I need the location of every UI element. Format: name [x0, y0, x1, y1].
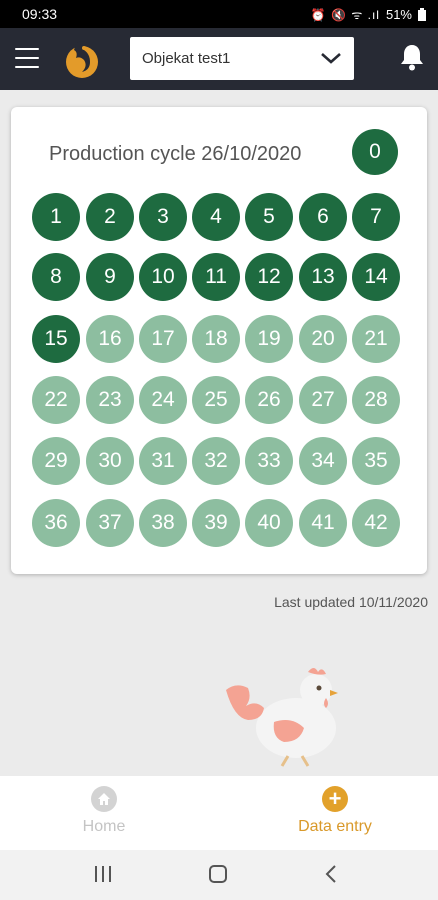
menu-icon[interactable]	[15, 48, 39, 68]
home-icon	[91, 786, 117, 812]
day-38-button[interactable]: 38	[139, 499, 187, 547]
day-12-button[interactable]: 12	[245, 253, 293, 301]
day-33-button[interactable]: 33	[245, 437, 293, 485]
nav-data-entry-label: Data entry	[298, 818, 372, 835]
day-6-button[interactable]: 6	[299, 193, 347, 241]
day-4-button[interactable]: 4	[192, 193, 240, 241]
day-1-button[interactable]: 1	[32, 193, 80, 241]
day-28-button[interactable]: 28	[352, 376, 400, 424]
day-36-button[interactable]: 36	[32, 499, 80, 547]
day-22-button[interactable]: 22	[32, 376, 80, 424]
day-26-button[interactable]: 26	[245, 376, 293, 424]
nav-home-label: Home	[82, 818, 126, 835]
app-header: Objekat test1	[0, 28, 438, 90]
production-cycle-card: Production cycle 26/10/2020 0 1 2 3 4 5 6 7 8 9 10…	[11, 107, 427, 574]
day-9-button[interactable]: 9	[86, 253, 134, 301]
day-27-button[interactable]: 27	[299, 376, 347, 424]
day-10-button[interactable]: 10	[139, 253, 187, 301]
nav-data-entry[interactable]: + Data entry	[255, 786, 415, 836]
day-16-button[interactable]: 16	[86, 315, 134, 363]
day-31-button[interactable]: 31	[139, 437, 187, 485]
object-select-value: Objekat test1	[142, 50, 231, 67]
recent-apps-icon[interactable]	[94, 864, 112, 884]
plus-icon: +	[322, 786, 348, 812]
back-icon[interactable]	[324, 864, 338, 884]
day-0-button[interactable]: 0	[352, 129, 398, 175]
day-30-button[interactable]: 30	[86, 437, 134, 485]
status-time: 09:33	[22, 6, 58, 22]
day-17-button[interactable]: 17	[139, 315, 187, 363]
status-icons: ⏰ 🔇 ᯤ .ıl 51%	[311, 6, 426, 23]
day-40-button[interactable]: 40	[245, 499, 293, 547]
day-42-button[interactable]: 42	[352, 499, 400, 547]
home-system-icon[interactable]	[208, 864, 228, 884]
day-23-button[interactable]: 23	[86, 376, 134, 424]
app-logo	[66, 41, 98, 78]
nav-home[interactable]: Home	[24, 786, 184, 836]
day-24-button[interactable]: 24	[139, 376, 187, 424]
battery-percent: 51%	[385, 6, 412, 22]
day-34-button[interactable]: 34	[299, 437, 347, 485]
day-37-button[interactable]: 37	[86, 499, 134, 547]
battery-icon	[418, 7, 426, 21]
day-20-button[interactable]: 20	[299, 315, 347, 363]
day-35-button[interactable]: 35	[352, 437, 400, 485]
last-updated-text: Last updated 10/11/2020	[274, 594, 428, 610]
day-3-button[interactable]: 3	[139, 193, 187, 241]
day-29-button[interactable]: 29	[32, 437, 80, 485]
day-41-button[interactable]: 41	[299, 499, 347, 547]
day-8-button[interactable]: 8	[32, 253, 80, 301]
bell-icon[interactable]	[400, 43, 424, 71]
day-13-button[interactable]: 13	[299, 253, 347, 301]
day-18-button[interactable]: 18	[192, 315, 240, 363]
status-indicator-icons: ⏰ 🔇 ᯤ .ıl	[310, 7, 380, 22]
day-15-button[interactable]: 15	[32, 315, 80, 363]
system-navigation-bar	[0, 850, 438, 900]
day-11-button[interactable]: 11	[192, 253, 240, 301]
day-39-button[interactable]: 39	[192, 499, 240, 547]
production-cycle-title: Production cycle 26/10/2020	[49, 143, 302, 165]
day-2-button[interactable]: 2	[86, 193, 134, 241]
day-32-button[interactable]: 32	[192, 437, 240, 485]
chevron-down-icon	[321, 53, 341, 64]
status-bar: 09:33 ⏰ 🔇 ᯤ .ıl 51%	[0, 0, 438, 28]
day-5-button[interactable]: 5	[245, 193, 293, 241]
day-21-button[interactable]: 21	[352, 315, 400, 363]
bottom-navigation: Home + Data entry	[0, 776, 438, 850]
day-7-button[interactable]: 7	[352, 193, 400, 241]
day-14-button[interactable]: 14	[352, 253, 400, 301]
chicken-illustration	[226, 668, 338, 767]
day-25-button[interactable]: 25	[192, 376, 240, 424]
object-select[interactable]: Objekat test1	[130, 37, 354, 80]
day-19-button[interactable]: 19	[245, 315, 293, 363]
